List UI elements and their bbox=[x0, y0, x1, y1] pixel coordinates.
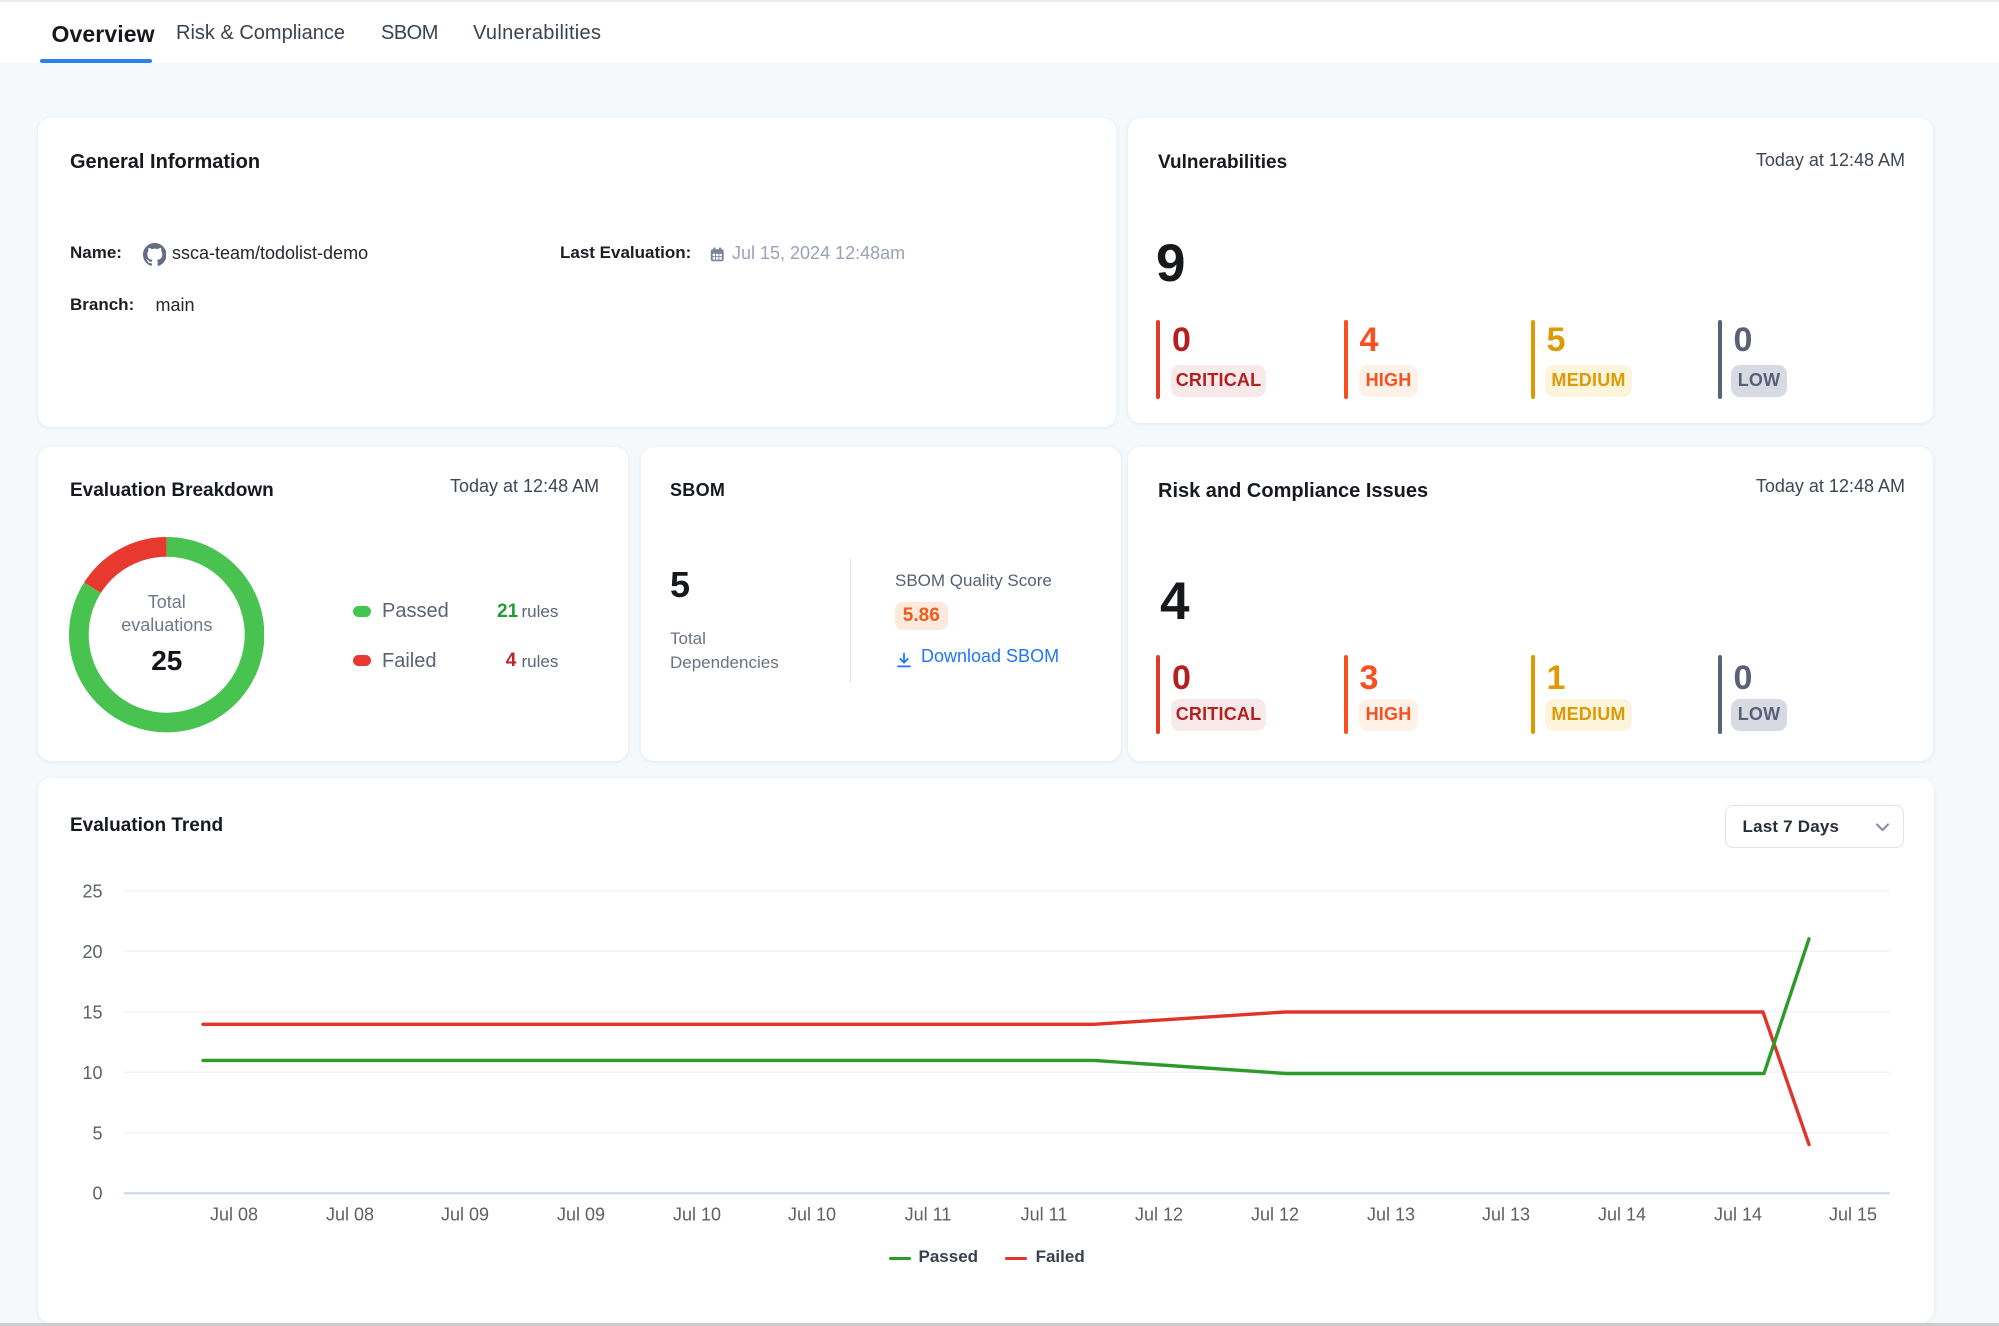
svg-text:Jul 11: Jul 11 bbox=[905, 1205, 952, 1225]
svg-text:Jul 09: Jul 09 bbox=[557, 1205, 605, 1225]
svg-text:15: 15 bbox=[82, 1002, 102, 1022]
svg-text:Jul 09: Jul 09 bbox=[441, 1205, 489, 1225]
svg-text:Jul 14: Jul 14 bbox=[1714, 1205, 1762, 1225]
svg-text:Jul 11: Jul 11 bbox=[1021, 1205, 1068, 1225]
svg-text:Jul 13: Jul 13 bbox=[1482, 1205, 1530, 1225]
svg-text:Jul 14: Jul 14 bbox=[1598, 1205, 1646, 1225]
svg-text:Jul 10: Jul 10 bbox=[788, 1205, 836, 1225]
svg-text:Jul 10: Jul 10 bbox=[673, 1205, 721, 1225]
svg-text:Jul 13: Jul 13 bbox=[1367, 1205, 1415, 1225]
svg-text:5: 5 bbox=[92, 1123, 102, 1143]
svg-text:10: 10 bbox=[82, 1063, 102, 1083]
svg-text:Jul 08: Jul 08 bbox=[326, 1205, 374, 1225]
svg-text:Jul 12: Jul 12 bbox=[1251, 1205, 1299, 1225]
svg-text:25: 25 bbox=[82, 882, 102, 902]
svg-text:Jul 08: Jul 08 bbox=[210, 1205, 258, 1225]
svg-text:0: 0 bbox=[92, 1184, 102, 1204]
svg-text:20: 20 bbox=[82, 942, 102, 962]
svg-text:Jul 12: Jul 12 bbox=[1135, 1205, 1183, 1225]
svg-text:Jul 15: Jul 15 bbox=[1829, 1205, 1877, 1225]
